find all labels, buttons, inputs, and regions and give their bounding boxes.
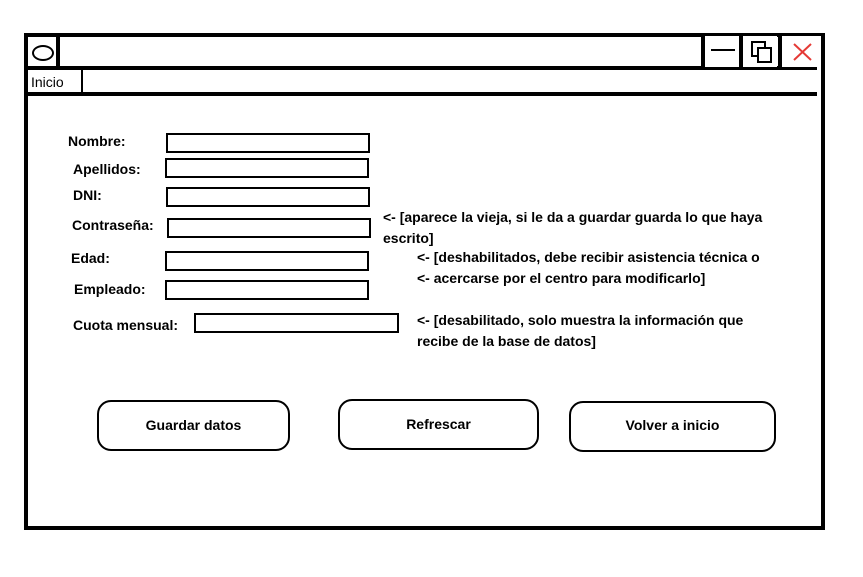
maximize-button[interactable] <box>739 36 777 67</box>
minimize-button[interactable] <box>701 36 739 67</box>
refrescar-button[interactable]: Refrescar <box>338 399 539 450</box>
dni-input[interactable] <box>166 187 370 207</box>
edad-input[interactable] <box>165 251 369 271</box>
window-icon <box>32 45 54 61</box>
menu-bar <box>28 70 817 96</box>
disabled-note-line2: <- acercarse por el centro para modifica… <box>417 270 706 286</box>
contrasena-input[interactable] <box>167 218 371 238</box>
nombre-input[interactable] <box>166 133 370 153</box>
apellidos-input[interactable] <box>165 158 369 178</box>
cuota-mensual-label: Cuota mensual: <box>73 317 179 333</box>
cuota-mensual-input <box>194 313 399 333</box>
empleado-label: Empleado: <box>74 281 146 297</box>
disabled-note-line1: <- [deshabilitados, debe recibir asisten… <box>417 249 760 265</box>
volver-a-inicio-button[interactable]: Volver a inicio <box>569 401 776 452</box>
nombre-label: Nombre: <box>68 133 126 149</box>
edad-label: Edad: <box>71 250 110 266</box>
cuota-note-line2: recibe de la base de datos] <box>417 333 596 349</box>
contrasena-note-line2: escrito] <box>383 230 434 246</box>
title-bar[interactable] <box>24 33 817 70</box>
dni-label: DNI: <box>73 187 102 203</box>
contrasena-label: Contraseña: <box>72 217 154 233</box>
window-menu-button[interactable] <box>27 36 60 67</box>
contrasena-note-line1: <- [aparece la vieja, si le da a guardar… <box>383 209 763 225</box>
menu-item-inicio[interactable]: Inicio <box>28 70 83 92</box>
close-icon <box>793 43 812 61</box>
apellidos-label: Apellidos: <box>73 161 141 177</box>
guardar-datos-button[interactable]: Guardar datos <box>97 400 290 451</box>
cuota-note-line1: <- [desabilitado, solo muestra la inform… <box>417 312 744 328</box>
restore-icon <box>751 41 772 63</box>
minimize-icon <box>711 49 735 51</box>
close-button[interactable] <box>778 36 821 67</box>
empleado-input[interactable] <box>165 280 369 300</box>
